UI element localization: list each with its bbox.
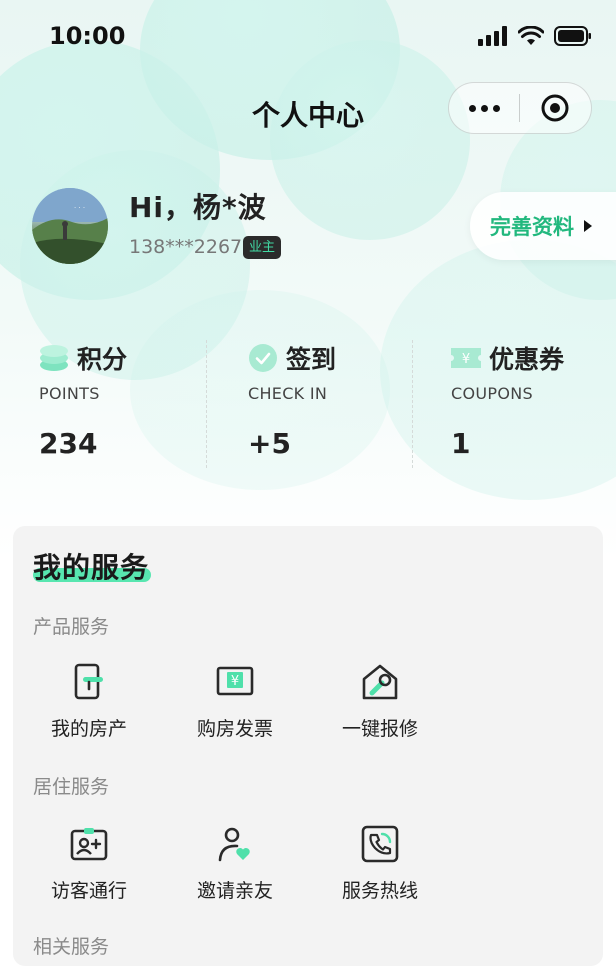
stat-subtitle: POINTS [39, 384, 100, 403]
nav-bar: 个人中心 [0, 80, 616, 144]
stat-title: 签到 [286, 345, 337, 374]
check-circle-icon [249, 344, 277, 372]
stat-value: 234 [39, 427, 98, 460]
svg-text:¥: ¥ [462, 352, 470, 367]
avatar-photo-icon: · · · [32, 188, 108, 264]
close-button[interactable] [520, 83, 590, 133]
stat-title: 优惠券 [489, 345, 565, 374]
stat-subtitle: COUPONS [451, 384, 533, 403]
status-time: 10:00 [49, 22, 126, 50]
visitor-pass-icon [70, 828, 108, 861]
wifi-icon [518, 26, 544, 45]
door-key-icon [74, 663, 103, 700]
mini-program-capsule [448, 82, 592, 134]
service-invite[interactable]: 邀请亲友 [175, 822, 295, 903]
stat-coupons[interactable]: ¥ 优惠券 COUPONS 1 [451, 340, 564, 470]
divider [206, 340, 207, 468]
arrow-right-icon [584, 220, 592, 232]
invoice-icon: ¥ [216, 666, 254, 696]
complete-profile-button[interactable]: 完善资料 [470, 192, 616, 260]
stat-checkin[interactable]: 签到 CHECK IN +5 [248, 340, 336, 470]
avatar[interactable]: · · · [32, 188, 108, 264]
service-repair[interactable]: 一键报修 [320, 660, 440, 741]
section-label-related: 相关服务 [33, 936, 110, 958]
signal-icon [478, 26, 507, 46]
services-card: 我的服务 产品服务 我的房产 ¥ 购房发票 一键报修 居住服务 访客通行 邀请亲… [13, 526, 603, 966]
house-wrench-icon [362, 664, 398, 700]
coins-icon [40, 345, 68, 371]
svg-text:¥: ¥ [231, 674, 239, 689]
stat-subtitle: CHECK IN [248, 384, 328, 403]
complete-profile-label: 完善资料 [490, 215, 574, 239]
service-invoice[interactable]: ¥ 购房发票 [175, 660, 295, 741]
svg-text:· · ·: · · · [74, 204, 85, 212]
status-bar: 10:00 [0, 0, 616, 72]
more-button[interactable] [449, 83, 519, 133]
coupon-icon: ¥ [451, 348, 481, 368]
phone-number: 138***2267 [129, 236, 243, 258]
stat-value: 1 [451, 427, 471, 460]
section-label-living: 居住服务 [33, 776, 110, 798]
target-close-icon [541, 94, 569, 122]
phone-icon [361, 825, 399, 863]
stat-title: 积分 [77, 345, 128, 374]
battery-icon [554, 26, 591, 46]
service-my-property[interactable]: 我的房产 [29, 660, 149, 741]
service-visitor[interactable]: 访客通行 [29, 822, 149, 903]
greeting: Hi，杨*波 [129, 191, 267, 224]
stats-row: 积分 POINTS 234 签到 CHECK IN +5 ¥ 优惠券 COUPO… [0, 340, 616, 470]
service-hotline[interactable]: 服务热线 [320, 822, 440, 903]
section-label-product: 产品服务 [33, 616, 110, 638]
more-dots-icon [468, 104, 476, 112]
owner-badge: 业主 [243, 236, 282, 259]
stat-value: +5 [248, 427, 291, 460]
invite-friend-icon [218, 827, 250, 862]
stat-points[interactable]: 积分 POINTS 234 [39, 340, 127, 470]
divider [412, 340, 413, 468]
services-title: 我的服务 [33, 551, 151, 584]
